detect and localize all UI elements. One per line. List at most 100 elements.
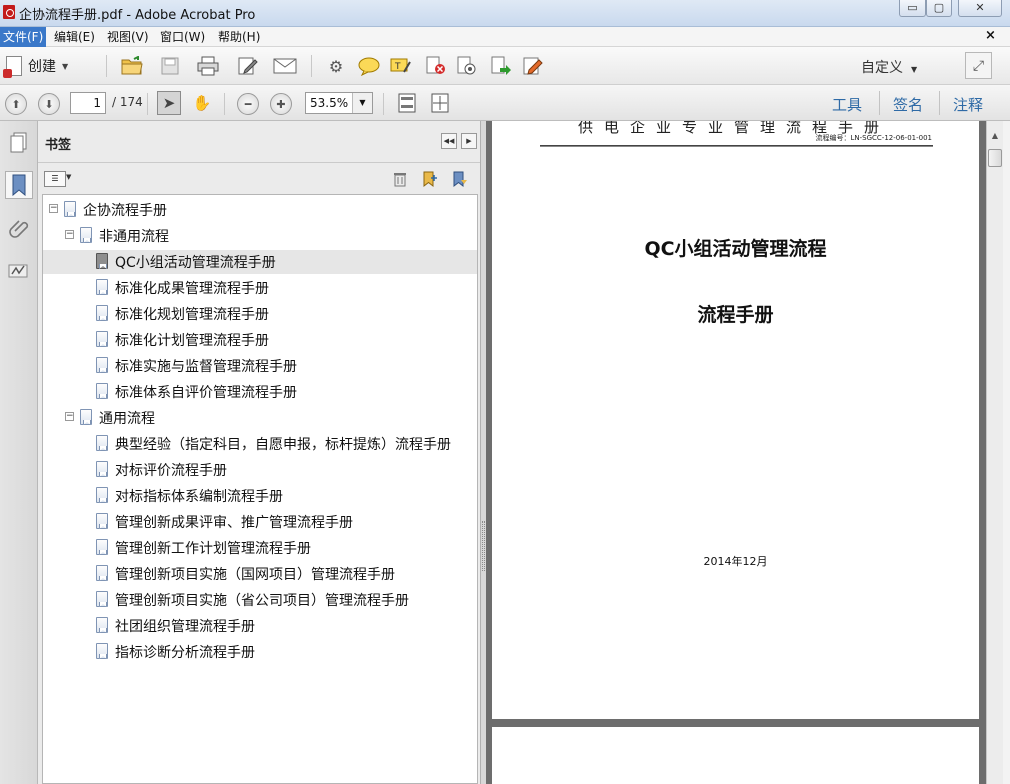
bookmark-icon — [96, 617, 108, 633]
email-icon[interactable] — [273, 54, 297, 78]
bookmarks-toolbar: ☰ ▼ — [38, 164, 480, 194]
select-tool-button[interactable]: ➤ — [157, 91, 181, 115]
signatures-icon[interactable] — [5, 257, 33, 285]
sign-icon[interactable] — [521, 54, 545, 78]
bookmark-item[interactable]: 管理创新项目实施（国网项目）管理流程手册 — [43, 562, 477, 586]
pdf-page — [492, 727, 979, 784]
hand-icon: ✋ — [192, 94, 212, 112]
open-icon[interactable] — [120, 54, 144, 78]
comment-icon[interactable] — [357, 54, 381, 78]
full-screen-button[interactable] — [428, 91, 452, 115]
bookmark-icon — [64, 201, 76, 217]
bookmark-item[interactable]: − 非通用流程 — [43, 224, 477, 248]
menu-view[interactable]: 视图(V) — [104, 29, 152, 46]
create-button[interactable]: 创建 ▼ — [3, 54, 68, 78]
new-bookmark-icon[interactable] — [420, 169, 440, 189]
chevron-down-icon: ▼ — [352, 93, 372, 113]
window-edge — [1003, 121, 1010, 784]
attachments-icon[interactable] — [5, 214, 33, 242]
bookmark-item[interactable]: 标准化规划管理流程手册 — [43, 302, 477, 326]
export-icon[interactable] — [489, 54, 513, 78]
cursor-icon: ➤ — [162, 94, 176, 112]
settings-icon[interactable]: ⚙ — [324, 54, 348, 78]
bookmark-item[interactable]: 社团组织管理流程手册 — [43, 614, 477, 638]
menu-edit[interactable]: 编辑(E) — [51, 29, 98, 46]
save-icon[interactable] — [158, 54, 182, 78]
zoom-select[interactable]: 53.5% ▼ — [305, 92, 373, 114]
menu-help[interactable]: 帮助(H) — [215, 29, 263, 46]
document-view[interactable]: 供电企业专业管理流程手册 流程编号：LN-SGCC-12-06-01-001 Q… — [486, 121, 986, 784]
bookmark-item[interactable]: 管理创新工作计划管理流程手册 — [43, 536, 477, 560]
close-document-button[interactable]: × — [985, 28, 996, 43]
page-thumbnails-icon[interactable] — [5, 129, 33, 157]
hand-tool-button[interactable]: ✋ — [190, 91, 214, 115]
toolbar-divider — [383, 93, 384, 115]
bookmark-item[interactable]: 管理创新项目实施（省公司项目）管理流程手册 — [43, 588, 477, 612]
document-subtitle: 流程手册 — [697, 304, 774, 326]
toolbar-divider — [311, 55, 312, 77]
splitter-grip[interactable] — [482, 521, 485, 571]
bookmark-icon — [96, 513, 108, 529]
remove-icon[interactable] — [424, 54, 448, 78]
svg-text:T: T — [394, 62, 401, 72]
bookmark-label: 管理创新成果评审、推广管理流程手册 — [115, 515, 353, 531]
zoom-in-button[interactable]: ✚ — [270, 93, 292, 115]
bookmark-item[interactable]: − 通用流程 — [43, 406, 477, 430]
scroll-up-icon[interactable]: ▲ — [987, 131, 1003, 145]
bookmark-item[interactable]: 对标指标体系编制流程手册 — [43, 484, 477, 508]
bookmark-item[interactable]: 管理创新成果评审、推广管理流程手册 — [43, 510, 477, 534]
bookmark-item[interactable]: 标准实施与监督管理流程手册 — [43, 354, 477, 378]
expand-button[interactable]: ⤢ — [965, 52, 992, 79]
create-icon — [3, 56, 22, 78]
vertical-scrollbar[interactable]: ▲ — [986, 121, 1003, 784]
toolbar-divider — [224, 93, 225, 115]
scroll-thumb[interactable] — [988, 149, 1002, 167]
bookmark-icon — [96, 383, 108, 399]
collapse-panel-button[interactable]: ◀◀ — [441, 133, 457, 149]
bookmark-item[interactable]: 对标评价流程手册 — [43, 458, 477, 482]
panel-arrow-button[interactable]: ▶ — [461, 133, 477, 149]
customize-dropdown[interactable]: 自定义 ▼ — [861, 57, 917, 77]
convert-icon[interactable] — [455, 54, 479, 78]
bookmark-label: 非通用流程 — [99, 229, 169, 245]
collapse-toggle-icon[interactable]: − — [65, 230, 74, 239]
bookmark-item[interactable]: QC小组活动管理流程手册 — [43, 250, 477, 274]
bookmark-item[interactable]: 指标诊断分析流程手册 — [43, 640, 477, 664]
bookmark-label: 对标指标体系编制流程手册 — [115, 489, 283, 505]
collapse-toggle-icon[interactable]: − — [65, 412, 74, 421]
fit-page-button[interactable] — [395, 91, 419, 115]
bookmark-label: 指标诊断分析流程手册 — [115, 645, 255, 661]
navigation-pane-strip — [0, 121, 38, 784]
menu-file[interactable]: 文件(F) — [0, 27, 47, 47]
delete-bookmark-icon[interactable] — [390, 169, 410, 189]
bookmark-icon — [96, 357, 108, 373]
expand-bookmark-icon[interactable] — [450, 169, 470, 189]
tab-tools[interactable]: 工具 — [832, 94, 862, 115]
options-icon[interactable]: ☰ — [44, 171, 66, 187]
collapse-toggle-icon[interactable]: − — [49, 204, 58, 213]
edit-icon[interactable] — [236, 54, 260, 78]
chevron-down-icon[interactable]: ▼ — [66, 173, 71, 181]
minimize-icon: ▭ — [907, 1, 918, 14]
minimize-button[interactable]: ▭ — [899, 0, 926, 17]
bookmark-item[interactable]: 典型经验（指定科目，自愿申报，标杆提炼）流程手册 — [43, 432, 477, 456]
bookmarks-icon[interactable] — [5, 171, 33, 199]
highlight-icon[interactable]: T — [389, 54, 413, 78]
close-window-button[interactable]: ✕ — [958, 0, 1002, 17]
zoom-value: 53.5% — [310, 96, 349, 110]
bookmark-item[interactable]: 标准体系自评价管理流程手册 — [43, 380, 477, 404]
bookmark-item[interactable]: 标准化计划管理流程手册 — [43, 328, 477, 352]
navigation-toolbar: ⬆ ⬇ 1 / 174 ➤ ✋ ━ ✚ 53.5% ▼ 工具 签名 注释 — [0, 85, 1010, 121]
bookmark-item[interactable]: − 企协流程手册 — [43, 198, 477, 222]
tab-comment[interactable]: 注释 — [953, 94, 983, 115]
bookmark-item[interactable]: 标准化成果管理流程手册 — [43, 276, 477, 300]
zoom-out-button[interactable]: ━ — [237, 93, 259, 115]
previous-page-button[interactable]: ⬆ — [5, 93, 27, 115]
next-page-button[interactable]: ⬇ — [38, 93, 60, 115]
tab-sign[interactable]: 签名 — [893, 94, 923, 115]
tab-divider — [939, 91, 940, 115]
print-icon[interactable] — [196, 54, 220, 78]
menu-window[interactable]: 窗口(W) — [157, 29, 208, 46]
page-number-input[interactable]: 1 — [70, 92, 106, 114]
maximize-button[interactable]: ▢ — [926, 0, 952, 17]
